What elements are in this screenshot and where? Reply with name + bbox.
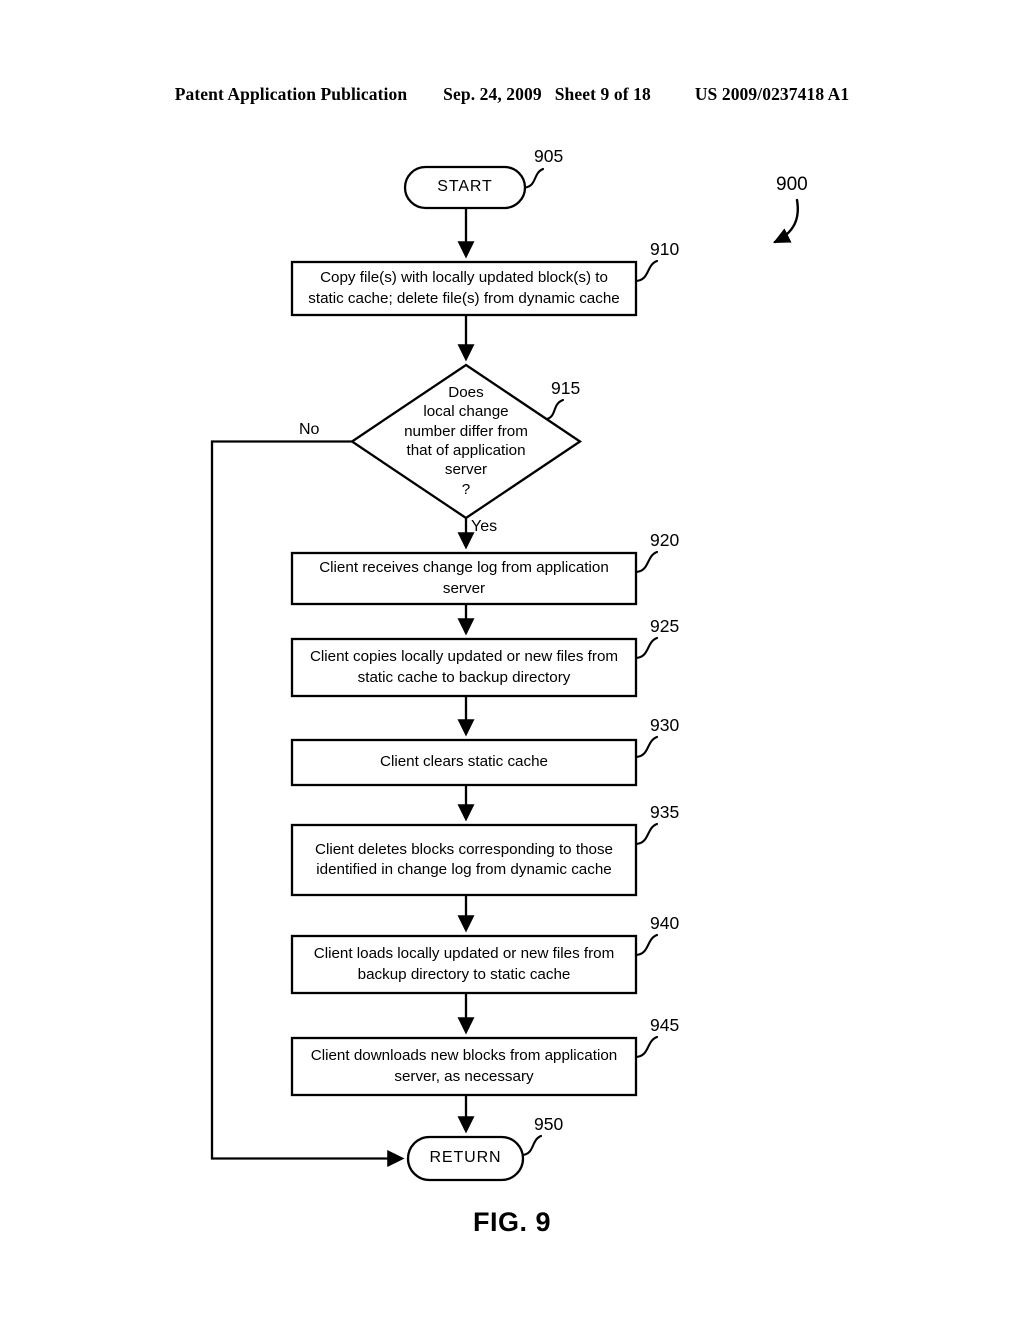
node-step925-shape xyxy=(290,637,638,698)
leader-930 xyxy=(634,735,659,759)
ref-number-930: 930 xyxy=(650,715,680,735)
connector-915-no-to-return xyxy=(210,440,405,1167)
ref-number-940: 940 xyxy=(650,913,680,933)
flowchart-shapes-and-connectors xyxy=(210,165,799,1182)
ref-number-950: 950 xyxy=(534,1114,564,1134)
leader-920 xyxy=(634,550,659,574)
node-step940-shape xyxy=(290,934,638,995)
node-dec915-shape xyxy=(349,363,583,520)
branch-label-yes: Yes xyxy=(471,518,498,535)
ref-number-910: 910 xyxy=(650,239,680,259)
node-start-shape xyxy=(403,165,527,210)
ref-number-900: 900 xyxy=(776,174,808,195)
leader-950 xyxy=(521,1134,543,1157)
node-step935-shape xyxy=(290,823,638,897)
ref-number-925: 925 xyxy=(650,616,680,636)
ref-number-935: 935 xyxy=(650,802,680,822)
ref-number-905: 905 xyxy=(534,146,564,166)
leader-940 xyxy=(634,933,659,957)
leader-905 xyxy=(523,167,545,189)
flowchart-diagram: START Copy file(s) with locally updated … xyxy=(0,0,1024,1320)
node-step920-shape xyxy=(290,551,638,606)
leader-915 xyxy=(545,398,565,421)
node-step945-shape xyxy=(290,1036,638,1097)
ref-number-945: 945 xyxy=(650,1015,680,1035)
node-step930-shape xyxy=(290,738,638,787)
node-return-shape xyxy=(406,1135,525,1182)
ref-number-915: 915 xyxy=(551,378,581,398)
figure-caption: FIG. 9 xyxy=(472,1207,551,1237)
leader-900-arrow xyxy=(773,198,799,244)
leader-935 xyxy=(634,822,659,846)
leader-910 xyxy=(634,259,659,283)
branch-label-no: No xyxy=(299,421,320,438)
leader-945 xyxy=(634,1035,659,1059)
node-step910-shape xyxy=(290,260,638,317)
leader-925 xyxy=(634,636,659,660)
ref-number-920: 920 xyxy=(650,530,680,550)
